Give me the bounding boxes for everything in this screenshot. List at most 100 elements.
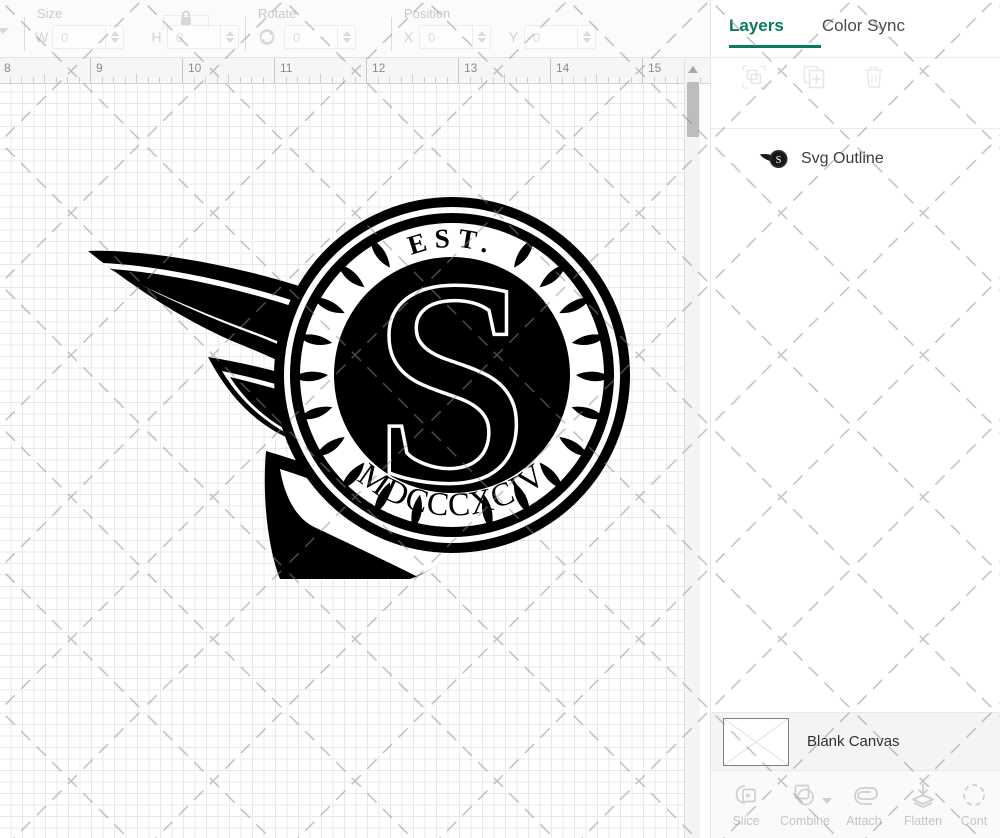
ruler-minor-tick <box>653 77 655 83</box>
pos-x-input[interactable]: 0 <box>419 25 491 49</box>
contour-label: Cont <box>960 813 988 828</box>
ruler-minor-tick <box>412 74 413 83</box>
flatten-button[interactable]: Flatten <box>894 782 952 828</box>
tab-color-sync[interactable]: Color Sync <box>822 16 905 48</box>
attach-icon <box>854 786 878 805</box>
svg-outline-artwork[interactable]: EST. MDCCCXCIV S <box>80 179 680 579</box>
duplicate-icon[interactable] <box>801 64 827 90</box>
ruler-minor-tick <box>44 74 45 83</box>
layer-list-item[interactable]: S Svg Outline <box>711 135 1000 183</box>
ruler-minor-tick <box>9 77 11 83</box>
slice-button[interactable]: Slice <box>717 782 775 828</box>
rotate-icon[interactable] <box>256 26 278 48</box>
ruler-minor-tick <box>481 77 482 83</box>
ruler-major-tick <box>458 58 459 83</box>
position-label: Position <box>404 6 451 21</box>
layer-thumbnail: S <box>759 150 788 168</box>
caret-up-icon[interactable] <box>342 31 351 36</box>
ruler-unit-label: 11 <box>280 61 293 75</box>
flatten-label: Flatten <box>903 813 943 828</box>
ruler-minor-tick <box>170 77 172 83</box>
pos-y-input[interactable]: 0 <box>524 25 596 49</box>
ruler-minor-tick <box>607 77 609 83</box>
caret-down-icon[interactable] <box>110 38 119 43</box>
ruler-minor-tick <box>262 77 264 83</box>
layer-list-divider <box>711 128 1000 129</box>
caret-up-icon[interactable] <box>477 31 486 36</box>
ruler-minor-tick <box>205 77 206 83</box>
tab-layers[interactable]: Layers <box>729 16 784 48</box>
position-group: Position X 0 Y 0 <box>402 0 612 57</box>
ruler-minor-tick <box>308 77 310 83</box>
delete-icon[interactable] <box>861 64 887 90</box>
ruler-unit-label: 8 <box>4 61 11 75</box>
ruler-minor-tick <box>113 77 114 83</box>
ruler-minor-tick <box>665 77 666 83</box>
ruler-minor-tick <box>21 77 22 83</box>
height-stepper[interactable] <box>220 26 238 48</box>
rotate-input[interactable]: 0 <box>284 25 356 49</box>
size-group: Size W 0 H 0 <box>35 0 245 57</box>
ruler-minor-tick <box>354 77 356 83</box>
caret-down-icon[interactable] <box>342 38 351 43</box>
ruler-minor-tick <box>228 74 229 83</box>
chevron-down-icon[interactable] <box>0 28 9 34</box>
horizontal-ruler[interactable]: 8 9 10 11 12 13 14 15 <box>0 58 710 84</box>
ruler-major-tick <box>550 58 551 83</box>
group-icon[interactable] <box>741 64 767 90</box>
contour-icon <box>963 783 985 806</box>
ruler-minor-tick <box>573 77 574 83</box>
ruler-minor-tick <box>239 77 241 83</box>
width-input[interactable]: 0 <box>52 25 124 49</box>
panel-tabs: Layers Color Sync <box>711 0 1000 48</box>
ruler-minor-tick <box>343 77 344 83</box>
pos-y-stepper[interactable] <box>577 26 595 48</box>
design-canvas[interactable]: EST. MDCCCXCIV S <box>0 84 692 838</box>
rotate-group: Rotate 0 <box>256 0 391 57</box>
rotate-stepper[interactable] <box>337 26 355 48</box>
caret-up-icon[interactable] <box>225 31 234 36</box>
caret-down-icon[interactable] <box>225 38 234 43</box>
tabs-divider <box>711 57 1000 58</box>
pos-y-value: 0 <box>533 29 541 45</box>
ruler-minor-tick <box>515 77 517 83</box>
ruler-minor-tick <box>584 77 586 83</box>
canvas-layer-row[interactable]: Blank Canvas <box>711 712 1000 770</box>
ruler-minor-tick <box>320 74 321 83</box>
pos-x-label: X <box>403 29 414 45</box>
ruler-minor-tick <box>67 77 68 83</box>
attach-button[interactable]: Attach <box>835 782 893 828</box>
contour-button[interactable]: Cont <box>953 782 995 828</box>
aspect-lock-button[interactable] <box>163 5 209 31</box>
ruler-minor-tick <box>400 77 402 83</box>
width-stepper[interactable] <box>105 26 123 48</box>
svg-text:S: S <box>776 155 782 166</box>
ruler-minor-tick <box>389 77 390 83</box>
caret-down-icon[interactable] <box>582 38 591 43</box>
pos-x-value: 0 <box>428 29 436 45</box>
caret-up-icon[interactable] <box>582 31 591 36</box>
ruler-minor-tick <box>676 77 678 83</box>
layer-action-bar: Slice Combine Attach Flatten Cont <box>711 770 1000 838</box>
combine-button[interactable]: Combine <box>776 782 834 828</box>
ruler-major-tick <box>366 58 367 83</box>
ruler-minor-tick <box>619 77 620 83</box>
ruler-minor-tick <box>504 74 505 83</box>
scrollbar-thumb[interactable] <box>687 82 699 137</box>
caret-up-icon[interactable] <box>688 66 698 73</box>
chevron-down-icon[interactable] <box>822 797 832 804</box>
ruler-minor-tick <box>527 77 528 83</box>
pos-x-stepper[interactable] <box>472 26 490 48</box>
ruler-minor-tick <box>193 77 195 83</box>
caret-up-icon[interactable] <box>110 31 119 36</box>
ruler-minor-tick <box>492 77 494 83</box>
ruler-unit-label: 12 <box>372 61 386 75</box>
height-label: H <box>151 29 162 45</box>
rotate-label: Rotate <box>258 6 297 21</box>
ruler-minor-tick <box>32 77 34 83</box>
layer-actions <box>711 48 1000 90</box>
canvas-vertical-scrollbar[interactable] <box>684 60 700 838</box>
size-label: Size <box>37 6 63 21</box>
toolbar-divider-1 <box>24 17 25 51</box>
caret-down-icon[interactable] <box>477 38 486 43</box>
